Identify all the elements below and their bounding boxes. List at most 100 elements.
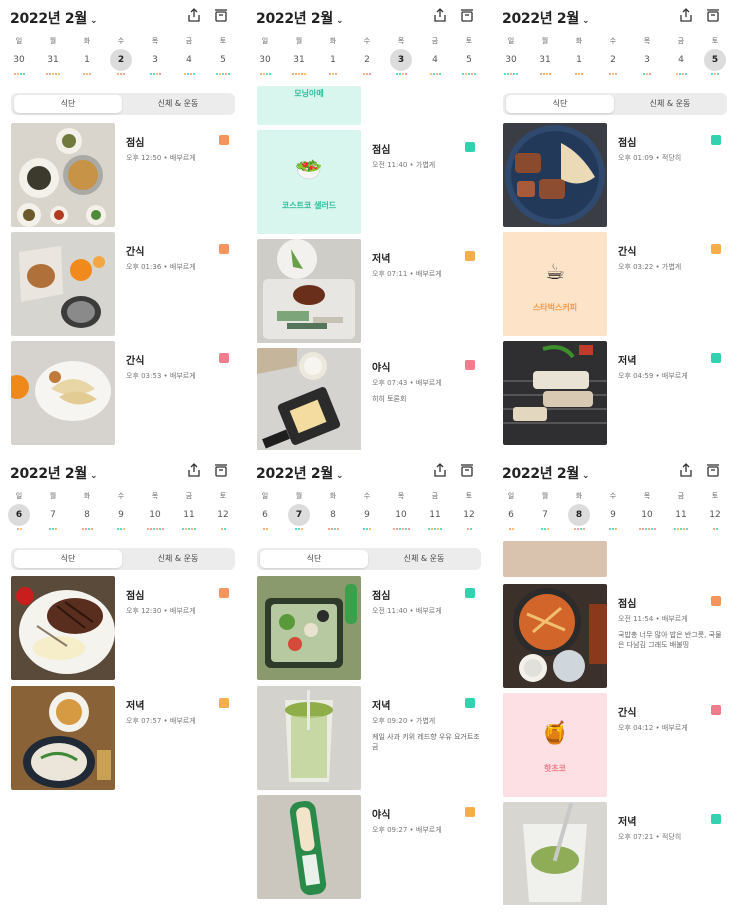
calendar-day[interactable]: 화8 [70, 491, 104, 539]
calendar-day[interactable]: 일6 [494, 491, 528, 539]
archive-icon[interactable] [705, 7, 721, 23]
meal-entry[interactable]: 점심 오전 11:40 • 배부르게 [257, 576, 481, 680]
calendar-day[interactable]: 월 31 [36, 36, 70, 84]
calendar-day[interactable]: 수9 [596, 491, 630, 539]
calendar-day[interactable]: 월 31 [282, 36, 316, 84]
calendar-day[interactable]: 목3 [384, 36, 418, 84]
calendar-day[interactable]: 월 31 [528, 36, 562, 84]
archive-icon[interactable] [213, 462, 229, 478]
meal-time: 오후 03:53 [126, 372, 162, 380]
archive-icon[interactable] [705, 462, 721, 478]
meal-entry[interactable]: 점심 오후 12:30 • 배부르게 [11, 576, 235, 680]
share-icon[interactable] [678, 7, 694, 23]
meal-dots [2, 528, 36, 534]
meal-entry[interactable]: 간식 오후 03:53 • 배부르게 [11, 341, 235, 445]
calendar-day[interactable]: 토5 [206, 36, 239, 84]
meal-entry[interactable]: 야식 오후 09:27 • 배부르게 [257, 795, 481, 899]
month-title: 2022년 2월 [502, 11, 579, 27]
calendar-day[interactable]: 목 10 [630, 491, 664, 539]
calendar-day[interactable]: 월7 [282, 491, 316, 539]
meal-entry[interactable]: 점심 오전 11:54 • 배부르게 국밥충 너무 많아 밥은 반그릇, 국물은 다… [503, 584, 727, 688]
tab-body-exercise[interactable]: 신체 & 운동 [123, 550, 233, 568]
meal-entry[interactable]: 점심 오후 01:09 • 적당히 [503, 123, 727, 227]
calendar-day[interactable]: 수2 [104, 36, 138, 84]
meal-entry[interactable]: 저녁 오후 09:20 • 가볍게 케일 사과 키위 레드향 우유 요거트조금 [257, 686, 481, 790]
calendar-day[interactable]: 목3 [630, 36, 664, 84]
meal-dot [407, 528, 410, 530]
meal-dot [582, 528, 585, 530]
meal-entry[interactable]: 점심 오후 12:50 • 배부르게 [11, 123, 235, 227]
weekday-label: 금 [185, 37, 193, 45]
calendar-day[interactable]: 목 10 [384, 491, 418, 539]
tab-diet[interactable]: 식단 [14, 550, 122, 568]
day-number: 12 [217, 510, 229, 520]
tab-body-exercise[interactable]: 신체 & 운동 [369, 550, 479, 568]
calendar-day[interactable]: 일6 [248, 491, 282, 539]
calendar-day[interactable]: 화8 [562, 491, 596, 539]
calendar-day[interactable]: 토 12 [206, 491, 239, 539]
share-icon[interactable] [186, 7, 202, 23]
calendar-day[interactable]: 일6 [2, 491, 36, 539]
calendar-day[interactable]: 금 11 [664, 491, 698, 539]
tab-diet[interactable]: 식단 [14, 95, 122, 113]
calendar-day[interactable]: 토 12 [698, 491, 731, 539]
calendar-day[interactable]: 목3 [138, 36, 172, 84]
tab-diet[interactable]: 식단 [260, 550, 368, 568]
calendar-day[interactable]: 화8 [316, 491, 350, 539]
calendar-day[interactable]: 수2 [350, 36, 384, 84]
month-selector[interactable]: 2022년 2월 ⌄ [10, 8, 98, 28]
archive-icon[interactable] [459, 7, 475, 23]
day-number: 11 [183, 510, 195, 520]
calendar-day[interactable]: 토5 [452, 36, 485, 84]
meal-dot [644, 528, 647, 530]
calendar-day[interactable]: 금 11 [418, 491, 452, 539]
calendar-day[interactable]: 화1 [70, 36, 104, 84]
calendar-day[interactable]: 금4 [172, 36, 206, 84]
calendar-day[interactable]: 금4 [418, 36, 452, 84]
month-selector[interactable]: 2022년 2월 ⌄ [256, 463, 344, 483]
calendar-day[interactable]: 일 30 [2, 36, 36, 84]
month-selector[interactable]: 2022년 2월 ⌄ [256, 8, 344, 28]
calendar-day[interactable]: 일 30 [494, 36, 528, 84]
calendar-day[interactable]: 금 11 [172, 491, 206, 539]
meal-entry[interactable]: 저녁 오후 07:11 • 배부르게 [257, 239, 481, 343]
meal-dots [70, 528, 104, 534]
meal-entry[interactable]: 🍯 핫초코 간식 오후 04:12 • 배부르게 [503, 693, 727, 797]
meal-entry[interactable]: 야식 오후 07:43 • 배부르게 히히 토론회 [257, 348, 481, 450]
archive-icon[interactable] [459, 462, 475, 478]
month-selector[interactable]: 2022년 2월 ⌄ [502, 8, 590, 28]
tab-body-exercise[interactable]: 신체 & 운동 [615, 95, 725, 113]
calendar-day[interactable]: 토 12 [452, 491, 485, 539]
meal-dot [581, 73, 583, 75]
share-icon[interactable] [186, 462, 202, 478]
meal-type: 야식 [372, 810, 391, 821]
meal-entry[interactable]: ☕ 스타벅스커피 간식 오후 03:22 • 가볍게 [503, 232, 727, 336]
month-selector[interactable]: 2022년 2월 ⌄ [10, 463, 98, 483]
food-card-partial[interactable]: 모닝아메 [257, 86, 481, 125]
calendar-day[interactable]: 월7 [36, 491, 70, 539]
calendar-day[interactable]: 목 10 [138, 491, 172, 539]
calendar-day[interactable]: 수9 [104, 491, 138, 539]
calendar-day[interactable]: 화1 [562, 36, 596, 84]
calendar-day[interactable]: 일 30 [248, 36, 282, 84]
month-selector[interactable]: 2022년 2월 ⌄ [502, 463, 590, 483]
meal-dot [259, 73, 262, 75]
archive-icon[interactable] [213, 7, 229, 23]
meal-entry[interactable]: 간식 오후 01:36 • 배부르게 [11, 232, 235, 336]
share-icon[interactable] [678, 462, 694, 478]
calendar-day[interactable]: 토5 [698, 36, 731, 84]
calendar-day[interactable]: 월7 [528, 491, 562, 539]
meal-entry[interactable]: 🥗 코스트코 샐러드 점심 오전 11:40 • 가볍게 [257, 130, 481, 234]
calendar-day[interactable]: 수9 [350, 491, 384, 539]
share-icon[interactable] [432, 462, 448, 478]
share-icon[interactable] [432, 7, 448, 23]
tab-diet[interactable]: 식단 [506, 95, 614, 113]
meal-entry[interactable]: 저녁 오후 07:57 • 배부르게 [11, 686, 235, 790]
meal-entry[interactable]: 저녁 오후 04:59 • 배부르게 [503, 341, 727, 445]
calendar-day[interactable]: 금4 [664, 36, 698, 84]
tab-body-exercise[interactable]: 신체 & 운동 [123, 95, 233, 113]
calendar-day[interactable]: 수2 [596, 36, 630, 84]
separator-dot: • [407, 379, 416, 387]
calendar-day[interactable]: 화1 [316, 36, 350, 84]
meal-entry[interactable]: 저녁 오후 07:21 • 적당히 [503, 802, 727, 905]
